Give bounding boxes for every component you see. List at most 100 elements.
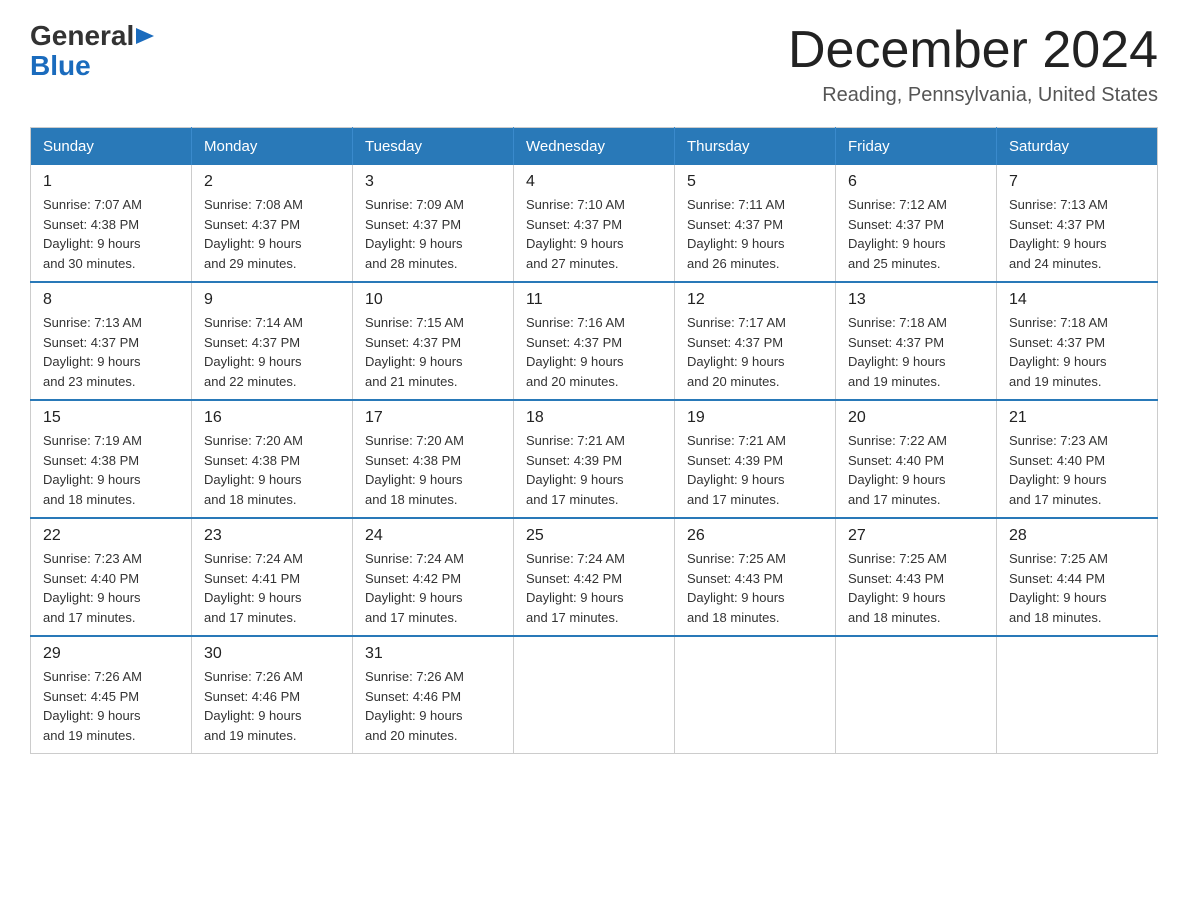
calendar-cell: 25 Sunrise: 7:24 AMSunset: 4:42 PMDayligh… (514, 518, 675, 636)
calendar-cell: 16 Sunrise: 7:20 AMSunset: 4:38 PMDayligh… (192, 400, 353, 518)
day-number: 1 (43, 173, 179, 191)
calendar-cell: 26 Sunrise: 7:25 AMSunset: 4:43 PMDayligh… (675, 518, 836, 636)
week-row-3: 15 Sunrise: 7:19 AMSunset: 4:38 PMDayligh… (31, 400, 1158, 518)
day-number: 8 (43, 291, 179, 309)
weekday-header-tuesday: Tuesday (353, 128, 514, 166)
day-number: 6 (848, 173, 984, 191)
day-info: Sunrise: 7:23 AMSunset: 4:40 PMDaylight:… (1009, 431, 1145, 509)
day-info: Sunrise: 7:26 AMSunset: 4:46 PMDaylight:… (365, 667, 501, 745)
week-row-1: 1 Sunrise: 7:07 AMSunset: 4:38 PMDaylight… (31, 165, 1158, 282)
title-area: December 2024 Reading, Pennsylvania, Uni… (788, 20, 1158, 107)
calendar-cell: 6 Sunrise: 7:12 AMSunset: 4:37 PMDaylight… (836, 165, 997, 282)
calendar-cell: 21Sunrise: 7:23 AMSunset: 4:40 PMDayligh… (997, 400, 1158, 518)
calendar-cell: 31 Sunrise: 7:26 AMSunset: 4:46 PMDayligh… (353, 636, 514, 754)
calendar-cell: 7 Sunrise: 7:13 AMSunset: 4:37 PMDaylight… (997, 165, 1158, 282)
calendar-cell: 17Sunrise: 7:20 AMSunset: 4:38 PMDayligh… (353, 400, 514, 518)
logo-general-text: General (30, 20, 134, 52)
day-info: Sunrise: 7:12 AMSunset: 4:37 PMDaylight:… (848, 195, 984, 273)
day-number: 12 (687, 291, 823, 309)
calendar-cell: 22 Sunrise: 7:23 AMSunset: 4:40 PMDayligh… (31, 518, 192, 636)
day-info: Sunrise: 7:07 AMSunset: 4:38 PMDaylight:… (43, 195, 179, 273)
day-info: Sunrise: 7:13 AMSunset: 4:37 PMDaylight:… (43, 313, 179, 391)
weekday-header-friday: Friday (836, 128, 997, 166)
day-number: 2 (204, 173, 340, 191)
day-info: Sunrise: 7:14 AMSunset: 4:37 PMDaylight:… (204, 313, 340, 391)
calendar-cell: 27 Sunrise: 7:25 AMSunset: 4:43 PMDayligh… (836, 518, 997, 636)
day-number: 19 (687, 409, 823, 427)
day-number: 9 (204, 291, 340, 309)
week-row-2: 8 Sunrise: 7:13 AMSunset: 4:37 PMDaylight… (31, 282, 1158, 400)
day-number: 22 (43, 527, 179, 545)
calendar-cell: 1 Sunrise: 7:07 AMSunset: 4:38 PMDaylight… (31, 165, 192, 282)
calendar-cell (675, 636, 836, 754)
day-number: 15 (43, 409, 179, 427)
day-number: 28 (1009, 527, 1145, 545)
weekday-header-row: SundayMondayTuesdayWednesdayThursdayFrid… (31, 128, 1158, 166)
calendar-cell: 13 Sunrise: 7:18 AMSunset: 4:37 PMDayligh… (836, 282, 997, 400)
day-info: Sunrise: 7:24 AMSunset: 4:42 PMDaylight:… (365, 549, 501, 627)
calendar-cell: 19 Sunrise: 7:21 AMSunset: 4:39 PMDayligh… (675, 400, 836, 518)
day-info: Sunrise: 7:26 AMSunset: 4:45 PMDaylight:… (43, 667, 179, 745)
logo-arrow-icon (136, 26, 154, 46)
logo-blue-text: Blue (30, 52, 91, 80)
day-number: 23 (204, 527, 340, 545)
calendar-cell: 28 Sunrise: 7:25 AMSunset: 4:44 PMDayligh… (997, 518, 1158, 636)
location-subtitle: Reading, Pennsylvania, United States (788, 84, 1158, 107)
day-number: 20 (848, 409, 984, 427)
day-info: Sunrise: 7:25 AMSunset: 4:43 PMDaylight:… (687, 549, 823, 627)
day-info: Sunrise: 7:11 AMSunset: 4:37 PMDaylight:… (687, 195, 823, 273)
weekday-header-saturday: Saturday (997, 128, 1158, 166)
month-year-title: December 2024 (788, 20, 1158, 80)
weekday-header-wednesday: Wednesday (514, 128, 675, 166)
day-number: 4 (526, 173, 662, 191)
calendar-cell: 9 Sunrise: 7:14 AMSunset: 4:37 PMDaylight… (192, 282, 353, 400)
calendar-cell: 3Sunrise: 7:09 AMSunset: 4:37 PMDaylight… (353, 165, 514, 282)
day-info: Sunrise: 7:20 AMSunset: 4:38 PMDaylight:… (204, 431, 340, 509)
day-number: 25 (526, 527, 662, 545)
calendar-cell (836, 636, 997, 754)
day-info: Sunrise: 7:25 AMSunset: 4:43 PMDaylight:… (848, 549, 984, 627)
weekday-header-monday: Monday (192, 128, 353, 166)
calendar-cell: 10Sunrise: 7:15 AMSunset: 4:37 PMDayligh… (353, 282, 514, 400)
day-number: 30 (204, 645, 340, 663)
calendar-cell (514, 636, 675, 754)
day-info: Sunrise: 7:19 AMSunset: 4:38 PMDaylight:… (43, 431, 179, 509)
day-info: Sunrise: 7:22 AMSunset: 4:40 PMDaylight:… (848, 431, 984, 509)
day-info: Sunrise: 7:26 AMSunset: 4:46 PMDaylight:… (204, 667, 340, 745)
day-number: 18 (526, 409, 662, 427)
day-number: 13 (848, 291, 984, 309)
calendar-cell: 12Sunrise: 7:17 AMSunset: 4:37 PMDayligh… (675, 282, 836, 400)
day-number: 7 (1009, 173, 1145, 191)
calendar-cell (997, 636, 1158, 754)
day-info: Sunrise: 7:24 AMSunset: 4:42 PMDaylight:… (526, 549, 662, 627)
day-info: Sunrise: 7:21 AMSunset: 4:39 PMDaylight:… (526, 431, 662, 509)
day-number: 27 (848, 527, 984, 545)
calendar-cell: 4 Sunrise: 7:10 AMSunset: 4:37 PMDaylight… (514, 165, 675, 282)
day-number: 31 (365, 645, 501, 663)
day-info: Sunrise: 7:23 AMSunset: 4:40 PMDaylight:… (43, 549, 179, 627)
calendar-cell: 15 Sunrise: 7:19 AMSunset: 4:38 PMDayligh… (31, 400, 192, 518)
day-number: 10 (365, 291, 501, 309)
weekday-header-sunday: Sunday (31, 128, 192, 166)
day-number: 11 (526, 291, 662, 309)
calendar-cell: 8 Sunrise: 7:13 AMSunset: 4:37 PMDaylight… (31, 282, 192, 400)
day-number: 3 (365, 173, 501, 191)
day-info: Sunrise: 7:08 AMSunset: 4:37 PMDaylight:… (204, 195, 340, 273)
day-info: Sunrise: 7:18 AMSunset: 4:37 PMDaylight:… (848, 313, 984, 391)
logo: General Blue (30, 20, 154, 80)
day-info: Sunrise: 7:10 AMSunset: 4:37 PMDaylight:… (526, 195, 662, 273)
calendar-cell: 11Sunrise: 7:16 AMSunset: 4:37 PMDayligh… (514, 282, 675, 400)
day-number: 26 (687, 527, 823, 545)
day-number: 24 (365, 527, 501, 545)
day-info: Sunrise: 7:21 AMSunset: 4:39 PMDaylight:… (687, 431, 823, 509)
calendar-cell: 30 Sunrise: 7:26 AMSunset: 4:46 PMDayligh… (192, 636, 353, 754)
week-row-5: 29Sunrise: 7:26 AMSunset: 4:45 PMDayligh… (31, 636, 1158, 754)
day-info: Sunrise: 7:20 AMSunset: 4:38 PMDaylight:… (365, 431, 501, 509)
week-row-4: 22 Sunrise: 7:23 AMSunset: 4:40 PMDayligh… (31, 518, 1158, 636)
day-info: Sunrise: 7:25 AMSunset: 4:44 PMDaylight:… (1009, 549, 1145, 627)
day-info: Sunrise: 7:24 AMSunset: 4:41 PMDaylight:… (204, 549, 340, 627)
day-info: Sunrise: 7:13 AMSunset: 4:37 PMDaylight:… (1009, 195, 1145, 273)
day-number: 16 (204, 409, 340, 427)
day-number: 14 (1009, 291, 1145, 309)
weekday-header-thursday: Thursday (675, 128, 836, 166)
